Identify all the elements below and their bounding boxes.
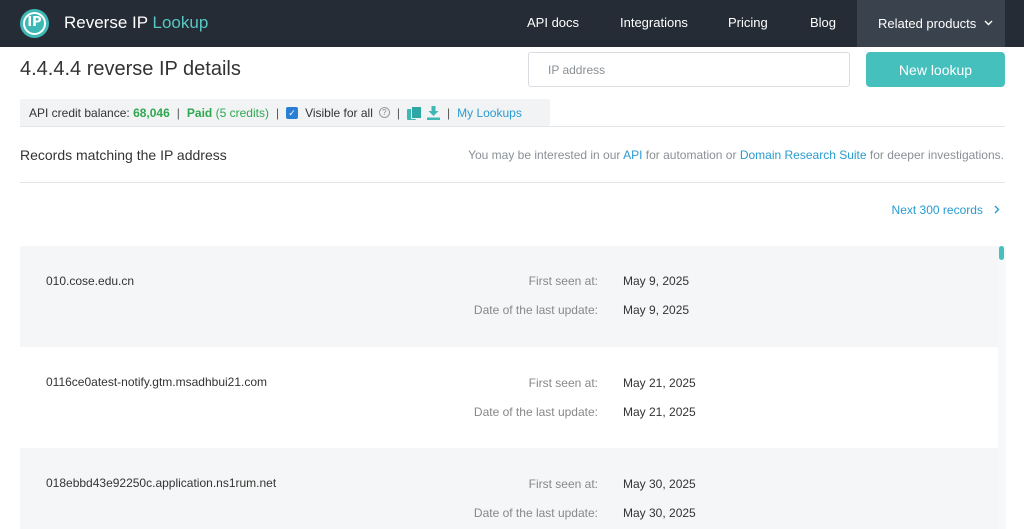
next-300-records-link[interactable]: Next 300 records — [892, 203, 1000, 217]
record-domain[interactable]: 0116ce0atest-notify.gtm.msadhbui21.com — [46, 375, 267, 389]
new-lookup-button[interactable]: New lookup — [866, 52, 1005, 87]
records-scrollbar[interactable] — [998, 246, 1006, 529]
credit-balance-value: 68,046 — [133, 105, 170, 120]
paid-label: Paid — [186, 105, 213, 120]
help-icon[interactable]: ? — [378, 107, 390, 118]
credit-balance-label: API credit balance: — [29, 105, 130, 120]
divider — [20, 126, 1005, 127]
visible-for-all-label: Visible for all — [305, 105, 373, 120]
first-seen-value: May 30, 2025 — [623, 477, 696, 491]
first-seen-label: First seen at: — [528, 376, 598, 390]
last-update-value: May 9, 2025 — [623, 303, 690, 317]
first-seen-value: May 21, 2025 — [623, 376, 696, 390]
interest-prefix: You may be interested in our — [468, 148, 621, 162]
paid-credits: (5 credits) — [215, 105, 269, 120]
record-domain[interactable]: 018ebbd43e92250c.application.ns1rum.net — [46, 476, 276, 490]
records-list: 010.cose.edu.cn First seen at: May 9, 20… — [20, 246, 998, 529]
interest-suffix: for deeper investigations. — [869, 148, 1004, 162]
first-seen-label: First seen at: — [528, 477, 598, 491]
last-update-label: Date of the last update: — [473, 303, 598, 317]
last-update-value: May 21, 2025 — [623, 405, 696, 419]
copy-icon[interactable] — [407, 105, 422, 120]
ip-address-input[interactable] — [528, 52, 850, 87]
list-item: 010.cose.edu.cn First seen at: May 9, 20… — [20, 246, 998, 347]
brand-name: Reverse IP Lookup — [64, 13, 208, 33]
nav-integrations[interactable]: Integrations — [620, 15, 688, 30]
list-item: 018ebbd43e92250c.application.ns1rum.net … — [20, 448, 998, 529]
api-link[interactable]: API — [623, 148, 642, 162]
chevron-down-icon — [984, 18, 993, 29]
brand-name-main: Reverse IP — [64, 13, 148, 32]
record-domain[interactable]: 010.cose.edu.cn — [46, 274, 134, 288]
next-records-label: Next 300 records — [891, 203, 983, 217]
first-seen-value: May 9, 2025 — [623, 274, 690, 288]
nav-pricing[interactable]: Pricing — [728, 15, 768, 30]
first-seen-label: First seen at: — [528, 274, 598, 288]
chevron-right-icon — [991, 205, 1000, 217]
interest-mid: for automation or — [645, 148, 737, 162]
credit-bar: API credit balance: 68,046 | Paid (5 cre… — [20, 99, 550, 126]
my-lookups-link[interactable]: My Lookups — [457, 106, 522, 120]
scrollbar-thumb[interactable] — [999, 246, 1004, 260]
page-title: 4.4.4.4 reverse IP details — [20, 58, 241, 80]
nav-related-products[interactable]: Related products — [857, 0, 1005, 47]
last-update-label: Date of the last update: — [473, 506, 598, 520]
list-item: 0116ce0atest-notify.gtm.msadhbui21.com F… — [20, 347, 998, 448]
brand-name-accent: Lookup — [152, 13, 209, 32]
ip-logo-icon: IP — [20, 8, 49, 38]
top-navbar: IP Reverse IP Lookup API docs Integratio… — [0, 0, 1024, 47]
records-heading: Records matching the IP address — [20, 147, 227, 163]
interest-note: You may be interested in our API for aut… — [468, 148, 1004, 162]
nav-api-docs[interactable]: API docs — [527, 15, 579, 30]
divider — [20, 182, 1005, 183]
brand[interactable]: IP Reverse IP Lookup — [20, 7, 208, 39]
nav-blog[interactable]: Blog — [810, 15, 836, 30]
visible-for-all-checkbox[interactable]: ✓ — [286, 106, 299, 119]
nav-related-label: Related products — [878, 16, 977, 31]
last-update-label: Date of the last update: — [473, 405, 598, 419]
last-update-value: May 30, 2025 — [623, 506, 696, 520]
domain-research-suite-link[interactable]: Domain Research Suite — [740, 148, 867, 162]
download-icon[interactable] — [427, 105, 440, 120]
